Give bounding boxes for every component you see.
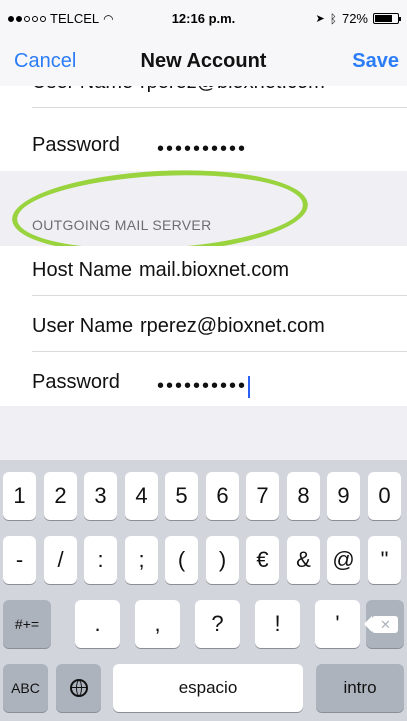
account-form: User Name rperez@bioxnet.com Password ••… (0, 86, 407, 406)
key-7[interactable]: 7 (246, 472, 279, 520)
key-quote[interactable]: " (368, 536, 401, 584)
key-colon[interactable]: : (84, 536, 117, 584)
incoming-user-name-label: User Name (32, 86, 133, 94)
key-euro[interactable]: € (246, 536, 279, 584)
text-cursor (248, 375, 251, 398)
navigation-bar: Cancel New Account Save (0, 36, 407, 86)
outgoing-user-name-field[interactable]: rperez@bioxnet.com (140, 315, 325, 338)
outgoing-password-dots: •••••••••• (157, 375, 248, 397)
delete-key[interactable]: ✕ (364, 600, 404, 648)
incoming-user-name-field[interactable]: rperez@bioxnet.com (140, 86, 325, 94)
key-abc[interactable]: ABC (3, 664, 48, 712)
host-name-label: Host Name (32, 259, 133, 281)
keyboard: 1 2 3 4 5 6 7 8 9 0 - / : ; ( ) € & @ " … (0, 460, 407, 721)
key-8[interactable]: 8 (287, 472, 320, 520)
key-exclamation[interactable]: ! (255, 600, 300, 648)
outgoing-section-header: OUTGOING MAIL SERVER (0, 163, 407, 261)
outgoing-host-name-row[interactable]: Host Name mail.bioxnet.com (0, 246, 407, 296)
key-open-paren[interactable]: ( (165, 536, 198, 584)
incoming-user-name-row[interactable]: User Name rperez@bioxnet.com (0, 86, 407, 108)
outgoing-user-name-label: User Name (32, 315, 134, 337)
key-ampersand[interactable]: & (287, 536, 320, 584)
space-key[interactable]: espacio (113, 664, 303, 712)
key-comma[interactable]: , (135, 600, 180, 648)
globe-icon (69, 679, 88, 697)
key-hyphen[interactable]: - (3, 536, 36, 584)
key-question[interactable]: ? (195, 600, 240, 648)
location-icon: ➤ (315, 13, 325, 25)
keyboard-spacer (0, 406, 407, 460)
outgoing-user-name-row[interactable]: User Name rperez@bioxnet.com (0, 302, 407, 352)
host-name-field[interactable]: mail.bioxnet.com (139, 259, 289, 282)
incoming-password-label: Password (32, 134, 120, 156)
divider (32, 295, 407, 296)
outgoing-password-field[interactable]: •••••••••• (157, 375, 251, 398)
key-9[interactable]: 9 (327, 472, 360, 520)
status-right: ➤ ᛒ 72% (315, 11, 401, 26)
key-more-symbols[interactable]: #+= (3, 600, 51, 648)
status-bar: TELCEL ◠ 12:16 p.m. ➤ ᛒ 72% (0, 0, 407, 36)
key-4[interactable]: 4 (125, 472, 158, 520)
incoming-password-row[interactable]: Password •••••••••• (0, 121, 407, 171)
key-3[interactable]: 3 (84, 472, 117, 520)
backspace-icon: ✕ (364, 615, 398, 633)
outgoing-password-row[interactable]: Password •••••••••• (0, 358, 407, 406)
key-1[interactable]: 1 (3, 472, 36, 520)
cancel-button[interactable]: Cancel (14, 50, 76, 73)
outgoing-password-label: Password (32, 371, 120, 393)
key-period[interactable]: . (75, 600, 120, 648)
key-apostrophe[interactable]: ' (315, 600, 360, 648)
incoming-password-field[interactable]: •••••••••• (157, 138, 247, 161)
key-semicolon[interactable]: ; (125, 536, 158, 584)
return-key[interactable]: intro (316, 664, 404, 712)
key-close-paren[interactable]: ) (206, 536, 239, 584)
divider (32, 351, 407, 352)
key-2[interactable]: 2 (44, 472, 77, 520)
key-slash[interactable]: / (44, 536, 77, 584)
divider (32, 107, 407, 108)
key-0[interactable]: 0 (368, 472, 401, 520)
bluetooth-icon: ᛒ (329, 11, 337, 26)
battery-percent: 72% (341, 11, 368, 26)
key-5[interactable]: 5 (165, 472, 198, 520)
key-at[interactable]: @ (327, 536, 360, 584)
save-button[interactable]: Save (352, 50, 399, 73)
globe-key[interactable] (56, 664, 101, 712)
battery-icon (373, 13, 401, 24)
key-6[interactable]: 6 (206, 472, 239, 520)
